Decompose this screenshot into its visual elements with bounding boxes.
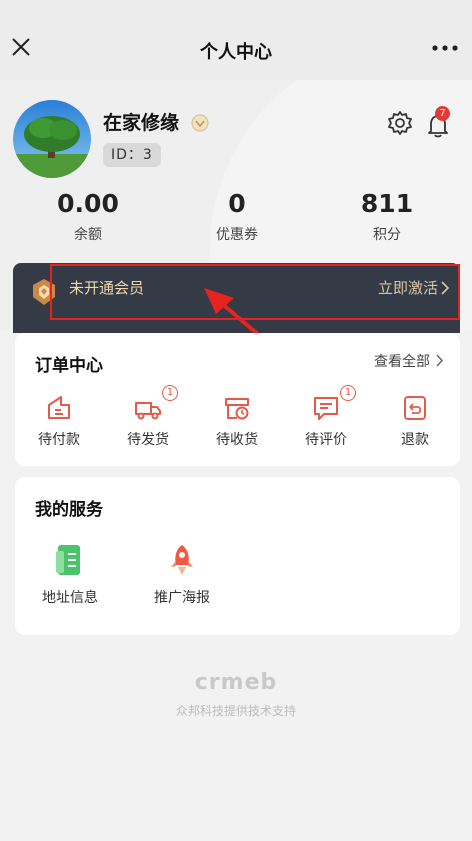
- services-title: 我的服务: [35, 500, 103, 520]
- service-item-address[interactable]: 地址信息: [20, 543, 120, 607]
- user-id-badge: ID：3: [103, 143, 161, 167]
- order-count-badge: 1: [340, 385, 356, 401]
- order-item-refund[interactable]: 退款: [375, 393, 455, 449]
- stat-value: 0: [228, 189, 246, 218]
- order-count-badge: 1: [162, 385, 178, 401]
- avatar[interactable]: [13, 100, 91, 178]
- stat-value: 0.00: [57, 189, 119, 218]
- order-item-label: 待付款: [38, 432, 80, 448]
- stat-points[interactable]: 811 积分: [317, 188, 457, 244]
- order-center-title: 订单中心: [35, 356, 103, 376]
- address-book-icon: [56, 545, 80, 575]
- rocket-icon: [171, 545, 193, 575]
- order-center-card: 订单中心 查看全部 待付款 1 待发货 待收货 1 待评价 退款: [15, 333, 460, 466]
- order-item-label: 退款: [401, 432, 429, 448]
- stat-balance[interactable]: 0.00 余额: [18, 188, 158, 244]
- order-item-label: 待评价: [305, 432, 347, 448]
- my-services-card: 我的服务 地址信息 推广海报: [15, 477, 460, 635]
- order-item-label: 待发货: [127, 432, 169, 448]
- order-item-to-review[interactable]: 1 待评价: [286, 385, 366, 449]
- refund-icon: [404, 396, 426, 420]
- order-item-to-receive[interactable]: 待收货: [197, 393, 277, 449]
- comment-icon: [314, 397, 338, 420]
- vip-crown-icon: [191, 114, 209, 132]
- settings-gear-icon[interactable]: [387, 110, 413, 136]
- wallet-icon: [48, 396, 70, 419]
- stat-value: 811: [360, 189, 414, 218]
- package-clock-icon: [225, 398, 249, 420]
- stats-row: 0.00 余额 0 优惠券 811 积分: [0, 188, 472, 248]
- truck-icon: [135, 402, 161, 420]
- order-item-pending-payment[interactable]: 待付款: [19, 393, 99, 449]
- service-item-label: 推广海报: [154, 590, 210, 606]
- service-item-poster[interactable]: 推广海报: [132, 543, 232, 607]
- stat-label: 积分: [373, 227, 401, 243]
- service-item-label: 地址信息: [42, 590, 98, 606]
- view-all-orders-link[interactable]: 查看全部: [374, 351, 430, 371]
- order-item-to-ship[interactable]: 1 待发货: [108, 385, 188, 449]
- order-item-label: 待收货: [216, 432, 258, 448]
- page-title: 个人中心: [200, 42, 272, 63]
- user-name: 在家修缘: [103, 112, 180, 134]
- footer-tech-support: 众邦科技提供技术支持: [175, 704, 296, 718]
- top-bar: 个人中心: [0, 0, 472, 80]
- stat-coupons[interactable]: 0 优惠券: [167, 188, 307, 244]
- more-options-icon[interactable]: [432, 42, 458, 54]
- chevron-right-icon: [436, 354, 444, 367]
- stat-label: 优惠券: [216, 227, 258, 243]
- notification-badge: 7: [435, 106, 450, 121]
- stat-label: 余额: [74, 227, 102, 243]
- crmeb-logo: crmeb: [194, 670, 278, 695]
